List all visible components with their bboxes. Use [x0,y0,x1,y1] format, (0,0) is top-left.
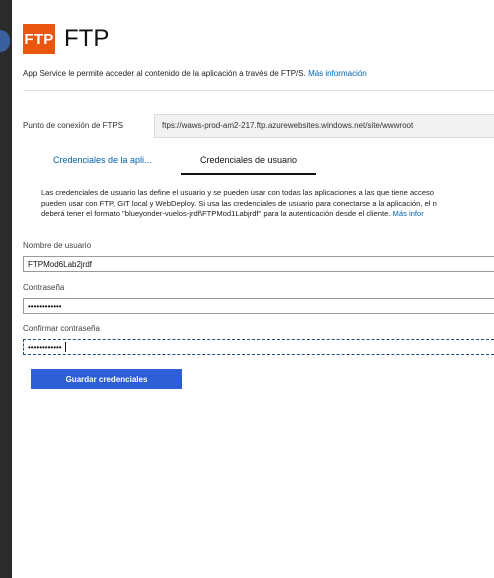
username-label: Nombre de usuario [23,241,92,250]
blade-header: FTP FTP [23,24,109,54]
description-line: Las credenciales de usuario las define e… [41,188,435,197]
description-line: deberá tener el formato "blueyonder-vuel… [41,209,494,220]
more-info-link[interactable]: Más infor [393,209,424,218]
divider [23,90,494,91]
intro-description: App Service le permite acceder al conten… [23,69,306,78]
intro-text: App Service le permite acceder al conten… [23,69,367,78]
ftp-blade: FTP FTP App Service le permite acceder a… [12,0,494,578]
page-title: FTP [64,25,110,52]
description-line: pueden usar con FTP, GIT local y WebDepl… [41,198,437,208]
save-credentials-button[interactable]: Guardar credenciales [31,369,182,389]
ftps-endpoint-label: Punto de conexión de FTPS [23,121,124,130]
password-input[interactable] [23,298,494,314]
ftps-endpoint-field[interactable]: ftps://waws-prod-am2-217.ftp.azurewebsit… [154,114,494,138]
description-line-text: deberá tener el formato "blueyonder-vuel… [41,209,391,219]
confirm-password-label: Confirmar contraseña [23,324,100,333]
portal-side-strip [0,0,12,578]
tab-user-credentials[interactable]: Credenciales de usuario [181,149,316,175]
user-credentials-description: Las credenciales de usuario las define e… [41,188,494,220]
username-input[interactable] [23,256,494,272]
portal-nav-edge [0,30,10,52]
tab-app-credentials[interactable]: Credenciales de la apli... [53,149,152,173]
learn-more-link[interactable]: Más información [308,69,367,78]
ftp-logo-icon: FTP [23,24,55,54]
credentials-tabs: Credenciales de la apli... Credenciales … [23,149,494,175]
confirm-password-input[interactable] [23,339,494,355]
password-label: Contraseña [23,283,65,292]
text-caret [65,342,66,352]
